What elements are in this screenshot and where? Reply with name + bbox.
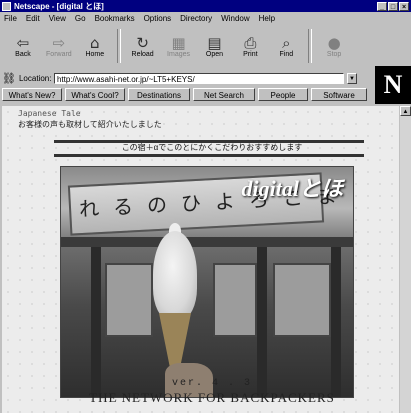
forward-button[interactable]: ⇨ Forward <box>42 28 76 64</box>
title-bar: Netscape - [digital とほ] _ □ × <box>0 0 411 12</box>
sign-char: る <box>112 194 134 220</box>
sign-char: よ <box>214 188 236 214</box>
hero-photo[interactable]: れ る の ひ よ ろ こ ま ど digitalとほ <box>60 166 354 398</box>
photo-title: digitalとほ <box>241 176 343 201</box>
images-button[interactable]: ▦ Images <box>162 28 196 64</box>
forward-label: Forward <box>46 50 72 58</box>
images-icon: ▦ <box>171 33 186 52</box>
location-label: Location: <box>18 73 52 83</box>
location-input[interactable]: http://www.asahi-net.or.jp/~LT5+KEYS/ <box>53 72 344 84</box>
vertical-scrollbar[interactable]: ▲ <box>400 106 411 413</box>
find-button[interactable]: ⌕ Find <box>269 28 303 64</box>
menu-window[interactable]: Window <box>221 14 249 23</box>
stop-button[interactable]: ● Stop <box>317 28 351 64</box>
pillar <box>331 247 341 397</box>
menu-bar: File Edit View Go Bookmarks Options Dire… <box>0 13 411 24</box>
pillar <box>257 247 267 397</box>
menu-options[interactable]: Options <box>144 14 172 23</box>
page-content[interactable]: Japanese Tale お客様の声も取材して紹介いたしました この宿＋αでこ… <box>2 106 399 413</box>
shop-window <box>273 263 331 337</box>
scroll-up-button[interactable]: ▲ <box>400 106 411 116</box>
window-controls: _ □ × <box>377 1 409 11</box>
menu-help[interactable]: Help <box>259 14 275 23</box>
sign-char: れ <box>78 196 100 222</box>
toolbar-separator <box>308 29 313 63</box>
netscape-logo: N <box>375 66 411 104</box>
back-label: Back <box>15 50 31 58</box>
print-icon: ⎙ <box>244 33 257 52</box>
menu-file[interactable]: File <box>4 14 17 23</box>
shop-window <box>213 263 257 337</box>
home-icon: ⌂ <box>90 33 100 52</box>
stop-icon: ● <box>327 33 341 52</box>
intro-text: お客様の声も取材して紹介いたしました <box>18 120 162 129</box>
link-icon[interactable]: ⛓ <box>2 72 16 85</box>
sign-char: ひ <box>180 190 202 216</box>
menu-view[interactable]: View <box>49 14 66 23</box>
netscape-app-icon <box>2 1 11 11</box>
sign-char: ど <box>350 181 354 207</box>
menu-edit[interactable]: Edit <box>26 14 40 23</box>
close-button[interactable]: × <box>399 1 409 11</box>
open-label: Open <box>205 50 224 58</box>
forward-arrow-icon: ⇨ <box>52 33 66 52</box>
menu-directory[interactable]: Directory <box>180 14 212 23</box>
chevron-down-icon: ▼ <box>348 75 355 82</box>
back-arrow-icon: ⇦ <box>16 33 30 52</box>
home-label: Home <box>85 50 105 58</box>
reload-button[interactable]: ↻ Reload <box>126 28 160 64</box>
destinations-button[interactable]: Destinations <box>128 88 190 101</box>
window-title: Netscape - [digital とほ] <box>14 1 104 11</box>
print-button[interactable]: ⎙ Print <box>233 28 267 64</box>
recommend-text[interactable]: この宿＋αでこのとにかくこだわりおすすめします <box>62 142 362 153</box>
pillar <box>91 247 101 397</box>
location-dropdown-button[interactable]: ▼ <box>346 72 357 84</box>
back-button[interactable]: ⇦ Back <box>6 28 40 64</box>
location-row: ⛓ Location: http://www.asahi-net.or.jp/~… <box>2 71 372 85</box>
site-tagline: THE NETWORK FOR BACKPACKERS <box>89 390 335 405</box>
net-search-button[interactable]: Net Search <box>193 88 255 101</box>
soft-serve-ice-cream <box>153 231 197 319</box>
language-label: Japanese Tale <box>18 109 81 118</box>
divider <box>54 154 364 157</box>
sign-char: の <box>146 192 168 218</box>
home-button[interactable]: ⌂ Home <box>78 28 112 64</box>
whats-cool-button[interactable]: What's Cool? <box>65 88 125 101</box>
software-button[interactable]: Software <box>311 88 367 101</box>
toolbar-separator <box>116 29 121 63</box>
maximize-button[interactable]: □ <box>388 1 398 11</box>
directory-buttons: What's New? What's Cool? Destinations Ne… <box>2 87 372 102</box>
shop-window <box>105 263 153 337</box>
version-text: ver. 4 . 3 <box>171 378 252 389</box>
toolbar: ⇦ Back ⇨ Forward ⌂ Home ↻ Reload ▦ Image… <box>2 26 351 66</box>
find-label: Find <box>279 50 294 58</box>
up-arrow-icon: ▲ <box>402 109 409 115</box>
print-label: Print <box>243 50 258 58</box>
open-button[interactable]: ▤ Open <box>198 28 232 64</box>
reload-label: Reload <box>131 50 154 58</box>
storefront-roof <box>61 237 353 247</box>
open-icon: ▤ <box>207 33 222 52</box>
whats-new-button[interactable]: What's New? <box>2 88 62 101</box>
menu-go[interactable]: Go <box>75 14 86 23</box>
images-label: Images <box>167 50 191 58</box>
menu-bookmarks[interactable]: Bookmarks <box>95 14 135 23</box>
find-icon: ⌕ <box>282 33 291 52</box>
reload-icon: ↻ <box>136 33 149 52</box>
minimize-button[interactable]: _ <box>377 1 387 11</box>
stop-label: Stop <box>326 50 342 58</box>
people-button[interactable]: People <box>258 88 308 101</box>
